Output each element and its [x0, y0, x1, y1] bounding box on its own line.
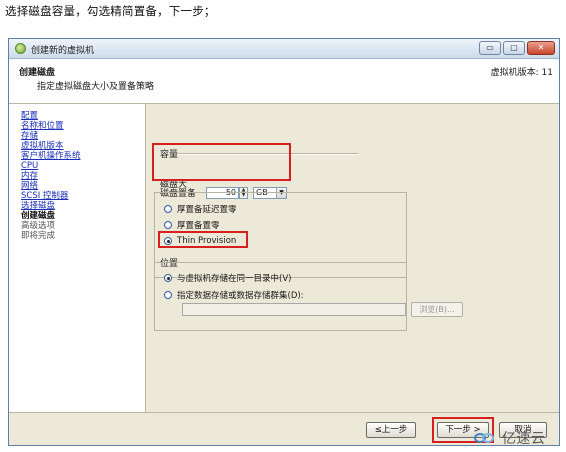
nav-item-config[interactable]: 配置 — [21, 111, 38, 121]
specify-datastore-option[interactable]: 指定数据存储或数据存储群集(D): — [164, 289, 304, 301]
nav-item-storage[interactable]: 存储 — [21, 131, 38, 141]
window-title: 创建新的虚拟机 — [31, 46, 95, 56]
instruction-caption: 选择磁盘容量，勾选精简置备，下一步； — [5, 4, 216, 18]
nav-item-scsi-controller[interactable]: SCSI 控制器 — [21, 191, 68, 201]
nav-item-vm-version[interactable]: 虚拟机版本 — [21, 141, 64, 151]
step-title: 创建磁盘 — [19, 68, 56, 78]
datastore-path-input[interactable] — [182, 303, 406, 316]
wizard-step-nav: 配置 名称和位置 存储 虚拟机版本 客户机操作系统 CPU 内存 网络 SCSI… — [9, 104, 146, 412]
radio-thick-eager-zeroed[interactable] — [164, 221, 172, 229]
nav-item-ready-to-complete: 即将完成 — [21, 231, 56, 241]
thick-lazy-zeroed-option[interactable]: 厚置备延迟置零 — [164, 203, 237, 215]
maximize-button[interactable]: ▢ — [503, 41, 525, 55]
radio-same-directory[interactable] — [164, 274, 172, 282]
same-directory-option[interactable]: 与虚拟机存储在同一目录中(V) — [164, 272, 291, 284]
vm-version-label: 虚拟机版本: 11 — [490, 68, 553, 78]
nav-item-advanced-options: 高级选项 — [21, 221, 56, 231]
nav-item-cpu[interactable]: CPU — [21, 161, 38, 171]
nav-item-select-disk[interactable]: 选择磁盘 — [21, 201, 55, 211]
nav-item-guest-os[interactable]: 客户机操作系统 — [21, 151, 81, 161]
new-vm-wizard-window: 创建新的虚拟机 ▭ ▢ ✕ 创建磁盘 指定虚拟磁盘大小及置备策略 虚拟机版本: … — [8, 38, 560, 446]
step-subtitle: 指定虚拟磁盘大小及置备策略 — [37, 82, 155, 92]
nav-item-memory[interactable]: 内存 — [21, 171, 38, 181]
nav-item-create-disk: 创建磁盘 — [21, 211, 56, 221]
watermark-text: 亿速云 — [501, 431, 546, 447]
thick-eager-zeroed-option[interactable]: 厚置备置零 — [164, 219, 220, 231]
title-bar[interactable]: 创建新的虚拟机 ▭ ▢ ✕ — [9, 39, 559, 59]
vsphere-app-icon — [15, 43, 26, 54]
nav-item-name-location[interactable]: 名称和位置 — [21, 121, 64, 131]
browse-button[interactable]: 浏览(B)... — [411, 302, 463, 317]
watermark: 亿速云 — [474, 428, 545, 450]
back-button[interactable]: ≤上一步 — [366, 422, 416, 438]
capacity-highlight-box — [152, 143, 291, 181]
minimize-button[interactable]: ▭ — [479, 41, 501, 55]
cloud-logo-icon — [474, 431, 496, 445]
radio-specify-datastore[interactable] — [164, 291, 172, 299]
thin-provision-highlight-box — [158, 231, 248, 248]
wizard-content: 容量 磁盘大 50 ▲ ▼ GB ▼ 磁盘置备 厚置备延迟置零 厚置备置零 Thi… — [146, 104, 559, 412]
nav-item-network[interactable]: 网络 — [21, 181, 38, 191]
close-button[interactable]: ✕ — [527, 41, 555, 55]
wizard-header: 创建磁盘 指定虚拟磁盘大小及置备策略 虚拟机版本: 11 — [9, 59, 559, 104]
radio-thick-lazy-zeroed[interactable] — [164, 205, 172, 213]
